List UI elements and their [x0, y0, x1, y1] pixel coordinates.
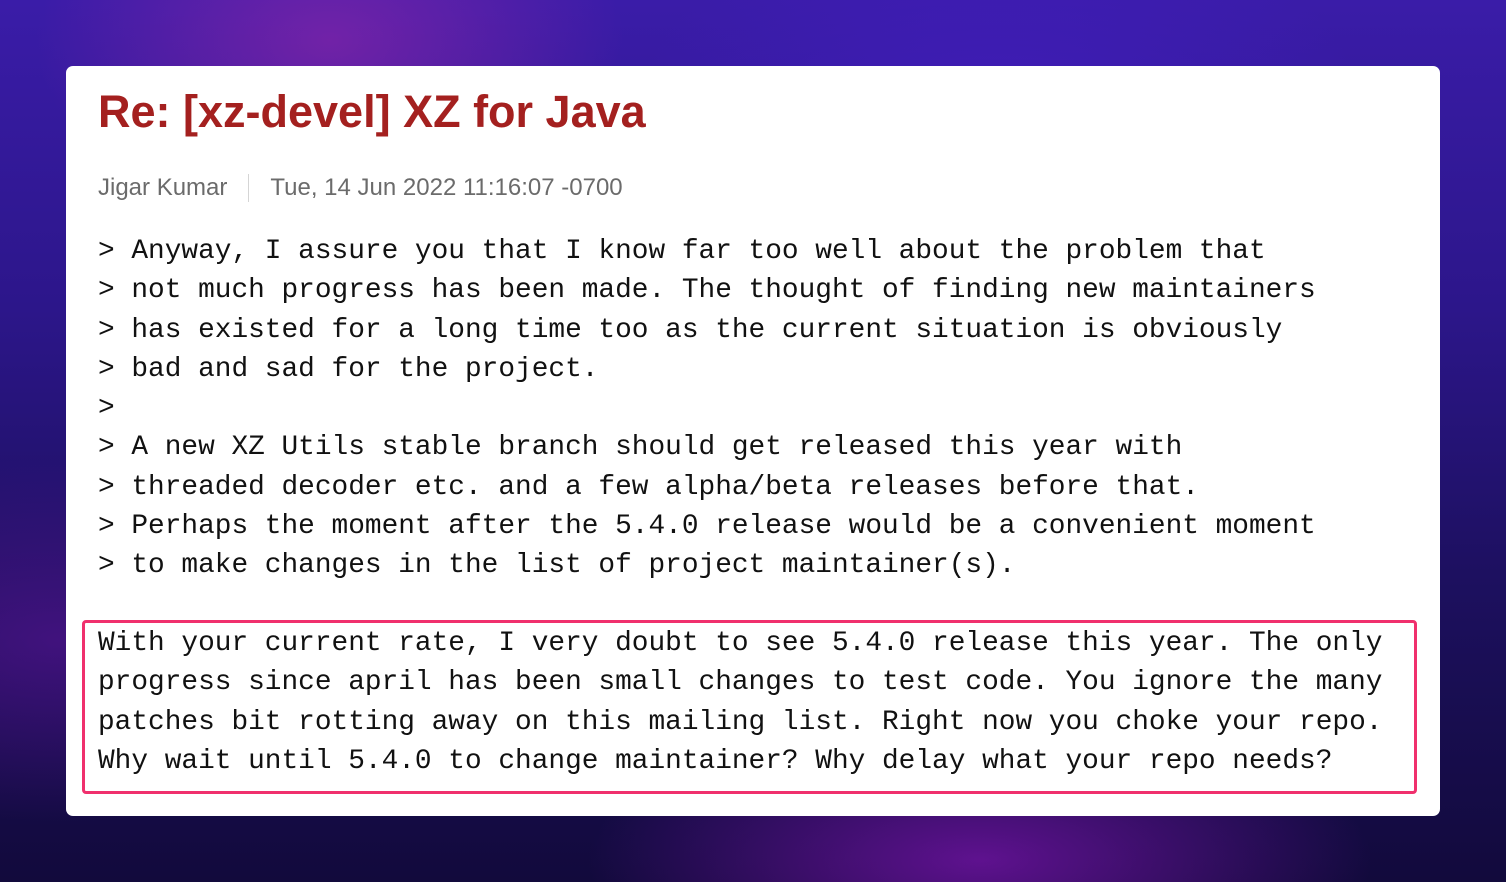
quoted-line: > Perhaps the moment after the 5.4.0 rel… [98, 511, 1316, 543]
quoted-line: > Anyway, I assure you that I know far t… [98, 236, 1266, 267]
email-meta: Jigar Kumar Tue, 14 Jun 2022 11:16:07 -0… [98, 171, 623, 205]
quoted-text: > Anyway, I assure you that I know far t… [98, 232, 1316, 586]
quoted-line: > has existed for a long time too as the… [98, 314, 1283, 346]
quoted-line: > [98, 393, 115, 425]
email-subject: Re: [xz-devel] XZ for Java [98, 86, 646, 137]
quoted-line: > A new XZ Utils stable branch should ge… [98, 432, 1183, 464]
reply-line: patches bit rotting away on this mailing… [98, 706, 1383, 738]
quoted-line: > to make changes in the list of project… [98, 550, 1016, 582]
reply-line: Why wait until 5.4.0 to change maintaine… [98, 745, 1333, 777]
quoted-line: > threaded decoder etc. and a few alpha/… [98, 471, 1199, 503]
reply-line: With your current rate, I very doubt to … [98, 628, 1383, 659]
email-card: Re: [xz-devel] XZ for Java Jigar Kumar T… [66, 66, 1440, 816]
email-date: Tue, 14 Jun 2022 11:16:07 -0700 [270, 174, 623, 201]
reply-line: progress since april has been small chan… [98, 667, 1383, 699]
meta-divider [248, 174, 250, 202]
quoted-line: > bad and sad for the project. [98, 353, 599, 385]
reply-text: With your current rate, I very doubt to … [98, 624, 1382, 781]
email-author: Jigar Kumar [98, 174, 228, 201]
quoted-line: > not much progress has been made. The t… [98, 275, 1316, 307]
